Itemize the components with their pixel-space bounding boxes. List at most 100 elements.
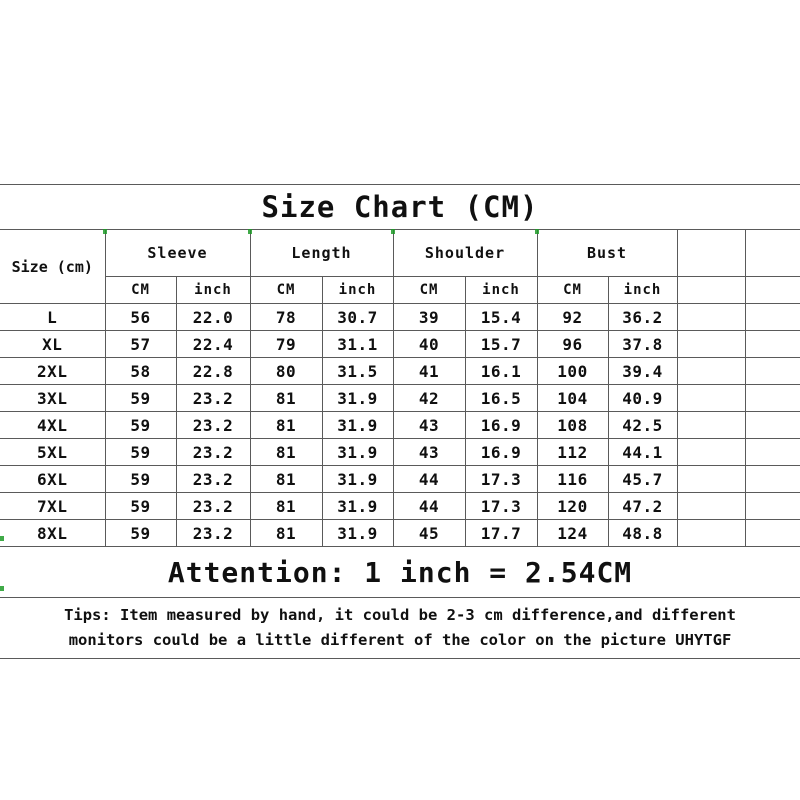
measurement-cell: 40	[392, 330, 466, 358]
measurement-cell: 41	[392, 357, 466, 385]
blank-cell	[744, 519, 800, 547]
table-row: 7XL 59 23.2 81 31.9 44 17.3 120 47.2	[0, 492, 800, 520]
group-header-row: Size (cm) Sleeve Length Shoulder Bust	[0, 229, 800, 304]
blank-cell	[676, 492, 746, 520]
measurement-cell: 59	[104, 465, 177, 493]
measurement-cell: 108	[536, 411, 609, 439]
blank-cell	[676, 357, 746, 385]
blank-cell	[744, 438, 800, 466]
measurement-cell: 81	[249, 492, 323, 520]
measurement-cell: 81	[249, 519, 323, 547]
measurement-cell: 81	[249, 465, 323, 493]
table-row: XL 57 22.4 79 31.1 40 15.7 96 37.8	[0, 330, 800, 358]
measurement-cell: 96	[536, 330, 609, 358]
measurement-cell: 100	[536, 357, 609, 385]
unit-header-length-inch: inch	[321, 276, 394, 304]
blank-cell	[744, 465, 800, 493]
blank-cell	[744, 357, 800, 385]
tips-line-1: Tips: Item measured by hand, it could be…	[64, 605, 736, 624]
unit-header-bust-inch: inch	[607, 276, 678, 304]
measurement-cell: 81	[249, 384, 323, 412]
measurement-cell: 81	[249, 411, 323, 439]
blank-cell	[744, 384, 800, 412]
measurement-cell: 43	[392, 411, 466, 439]
measurement-cell: 36.2	[607, 303, 678, 331]
measurement-cell: 23.2	[175, 438, 251, 466]
size-chart-page: Size Chart (CM) Size (cm) Sleeve Length …	[0, 0, 800, 800]
measurement-cell: 16.9	[464, 438, 538, 466]
unit-header-row: CM inch CM inch CM inch CM inch	[0, 276, 800, 304]
blank-cell	[744, 303, 800, 331]
measurement-cell: 44	[392, 465, 466, 493]
measurement-cell: 17.3	[464, 492, 538, 520]
measurement-cell: 37.8	[607, 330, 678, 358]
measurement-cell: 45.7	[607, 465, 678, 493]
table-row: 8XL 59 23.2 81 31.9 45 17.7 124 48.8	[0, 519, 800, 547]
measurement-cell: 31.1	[321, 330, 394, 358]
size-name-cell: 3XL	[0, 384, 106, 412]
attention-notice: Attention: 1 inch = 2.54CM	[0, 546, 800, 598]
blank-cell	[676, 411, 746, 439]
measurement-cell: 43	[392, 438, 466, 466]
blank-cell	[676, 438, 746, 466]
measurement-cell: 23.2	[175, 465, 251, 493]
size-name-cell: 6XL	[0, 465, 106, 493]
measurement-cell: 16.5	[464, 384, 538, 412]
table-row: L 56 22.0 78 30.7 39 15.4 92 36.2	[0, 303, 800, 331]
measurement-cell: 31.9	[321, 519, 394, 547]
unit-header-shoulder-cm: CM	[392, 276, 466, 304]
unit-header-sleeve-cm: CM	[105, 276, 177, 304]
size-name-cell: L	[0, 303, 106, 331]
tips-line-2: monitors could be a little different of …	[68, 631, 732, 649]
measurement-cell: 23.2	[175, 411, 251, 439]
table-row: 6XL 59 23.2 81 31.9 44 17.3 116 45.7	[0, 465, 800, 493]
measurement-cell: 59	[104, 519, 177, 547]
measurement-cell: 79	[249, 330, 323, 358]
measurement-cell: 42.5	[607, 411, 678, 439]
unit-header-shoulder-inch: inch	[464, 276, 538, 304]
measurement-cell: 39	[392, 303, 466, 331]
blank-cell	[676, 384, 746, 412]
measurement-cell: 31.9	[321, 465, 394, 493]
measurement-cell: 23.2	[175, 519, 251, 547]
measurement-cell: 58	[104, 357, 177, 385]
measurement-cell: 22.0	[175, 303, 251, 331]
compression-artifact	[535, 229, 539, 234]
blank-cell	[676, 330, 746, 358]
measurement-cell: 22.8	[175, 357, 251, 385]
unit-header-bust-cm: CM	[536, 276, 609, 304]
blank-unit-cell-2	[744, 276, 800, 304]
measurement-cell: 31.9	[321, 411, 394, 439]
unit-header-length-cm: CM	[249, 276, 323, 304]
measurement-cell: 78	[249, 303, 323, 331]
size-name-cell: 2XL	[0, 357, 106, 385]
measurement-cell: 124	[536, 519, 609, 547]
column-group-sleeve: Sleeve	[104, 229, 251, 277]
measurement-cell: 23.2	[175, 492, 251, 520]
measurement-cell: 17.3	[464, 465, 538, 493]
blank-header-cell-2	[744, 229, 800, 277]
measurement-cell: 80	[249, 357, 323, 385]
measurement-cell: 59	[104, 411, 177, 439]
table-row: 4XL 59 23.2 81 31.9 43 16.9 108 42.5	[0, 411, 800, 439]
blank-unit-cell-1	[676, 276, 746, 304]
measurement-cell: 104	[536, 384, 609, 412]
blank-cell	[676, 303, 746, 331]
size-name-cell: 7XL	[0, 492, 106, 520]
measurement-cell: 47.2	[607, 492, 678, 520]
measurement-cell: 30.7	[321, 303, 394, 331]
measurement-cell: 112	[536, 438, 609, 466]
size-name-cell: 4XL	[0, 411, 106, 439]
measurement-cell: 31.9	[321, 438, 394, 466]
measurement-cell: 44	[392, 492, 466, 520]
measurement-cell: 31.9	[321, 492, 394, 520]
column-group-length: Length	[249, 229, 394, 277]
measurement-cell: 48.8	[607, 519, 678, 547]
measurement-cell: 42	[392, 384, 466, 412]
measurement-cell: 120	[536, 492, 609, 520]
compression-artifact	[391, 229, 395, 234]
compression-artifact	[248, 229, 252, 234]
column-group-bust: Bust	[536, 229, 678, 277]
measurement-cell: 59	[104, 384, 177, 412]
table-row: 2XL 58 22.8 80 31.5 41 16.1 100 39.4	[0, 357, 800, 385]
